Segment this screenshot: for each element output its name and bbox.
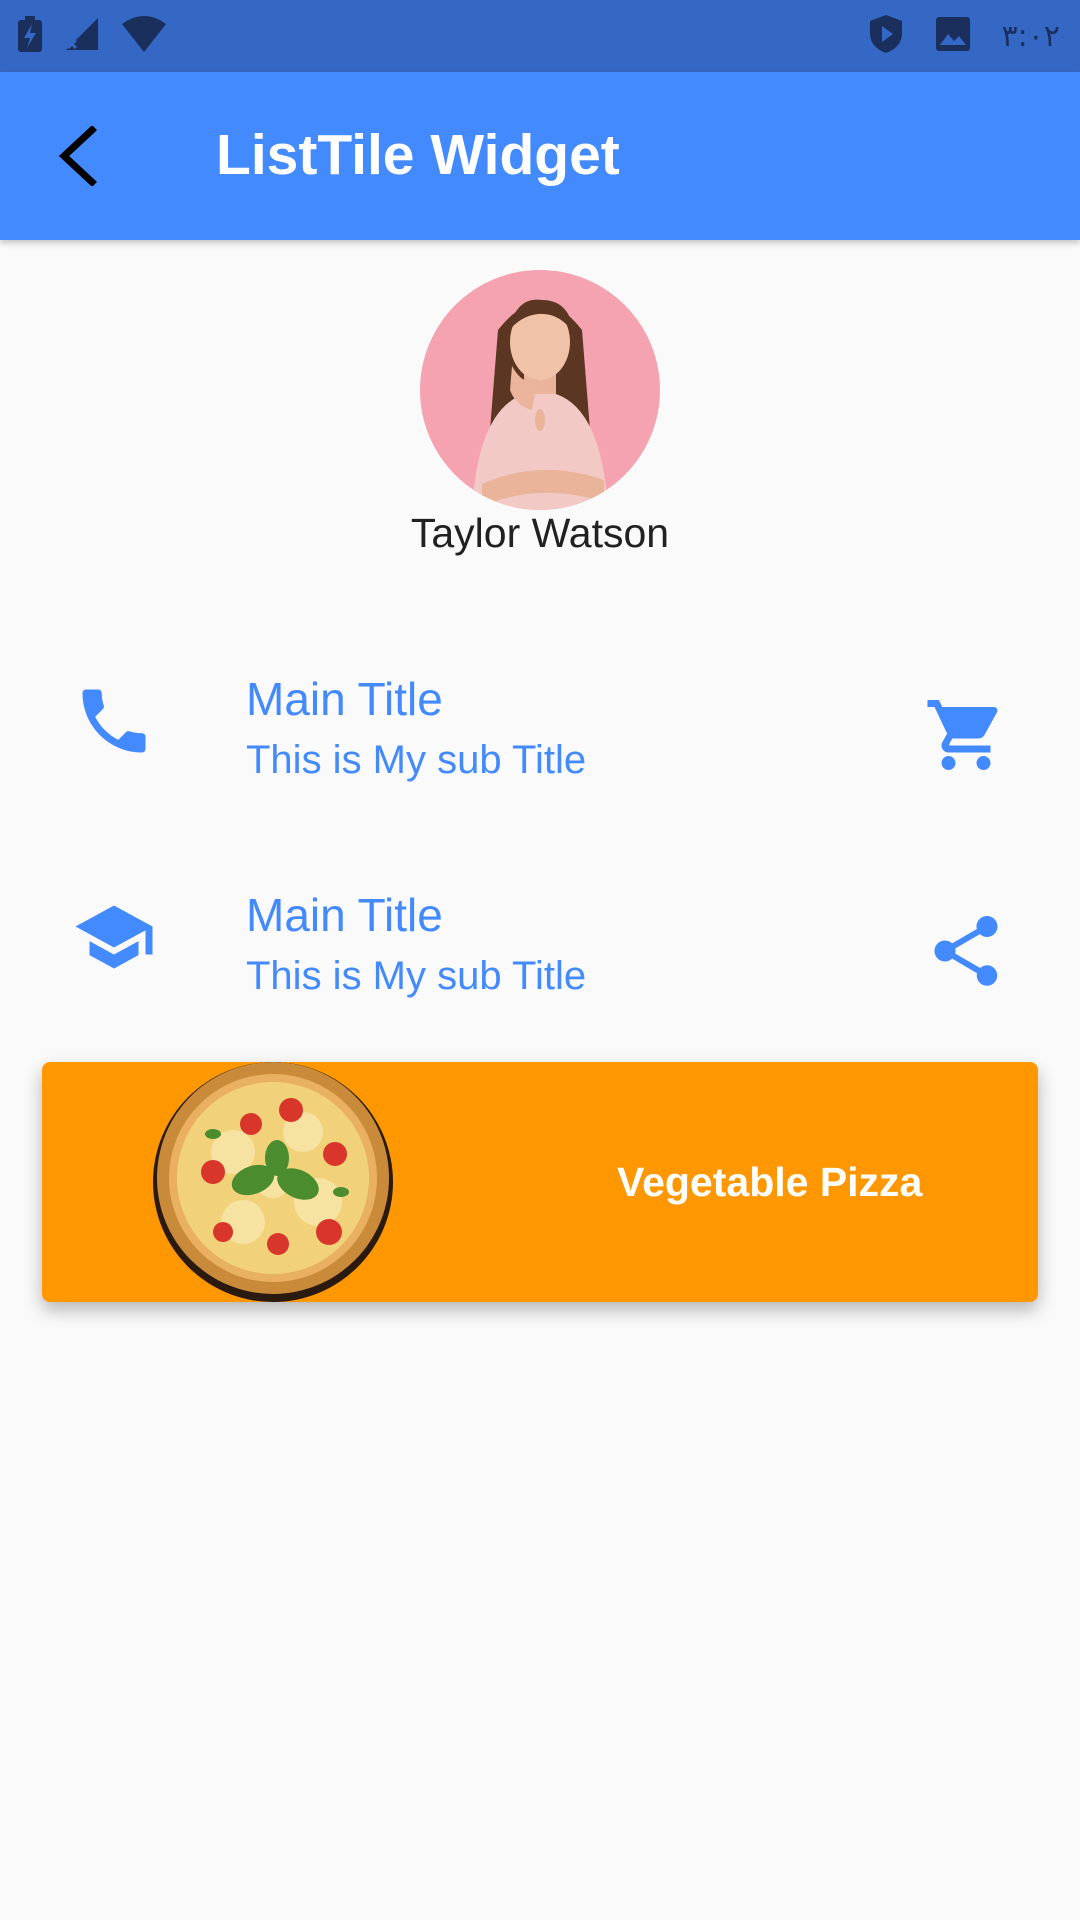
- list-tile[interactable]: Main Title This is My sub Title: [0, 869, 1080, 1019]
- arrow-back-icon: [58, 126, 97, 186]
- status-bar-right: ۳:۰۲: [868, 0, 1060, 72]
- status-bar-left: [16, 0, 168, 72]
- tile-subtitle: This is My sub Title: [246, 954, 587, 998]
- pizza-card[interactable]: Vegetable Pizza: [42, 1062, 1038, 1302]
- battery-charging-icon: [16, 14, 44, 59]
- status-bar: ۳:۰۲: [0, 0, 1080, 72]
- graduation-cap-icon: [72, 895, 156, 979]
- tile-title: Main Title: [246, 889, 443, 941]
- card-label: Vegetable Pizza: [617, 1159, 923, 1205]
- list-tile[interactable]: Main Title This is My sub Title: [0, 653, 1080, 803]
- page-title: ListTile Widget: [216, 123, 620, 187]
- back-button[interactable]: [36, 114, 120, 198]
- status-time: ۳:۰۲: [1001, 18, 1060, 54]
- share-icon[interactable]: [924, 909, 1008, 993]
- shopping-cart-icon[interactable]: [924, 693, 1008, 777]
- pizza-image: [153, 1062, 393, 1302]
- wifi-icon: [120, 14, 168, 59]
- tile-subtitle: This is My sub Title: [246, 738, 587, 782]
- tile-title: Main Title: [246, 673, 443, 725]
- avatar: [420, 270, 660, 510]
- app-bar: ListTile Widget: [0, 72, 1080, 240]
- image-icon: [934, 15, 972, 58]
- signal-off-icon: [62, 14, 102, 59]
- phone-icon: [72, 679, 156, 763]
- shield-play-icon: [868, 13, 904, 60]
- profile-name: Taylor Watson: [410, 510, 670, 556]
